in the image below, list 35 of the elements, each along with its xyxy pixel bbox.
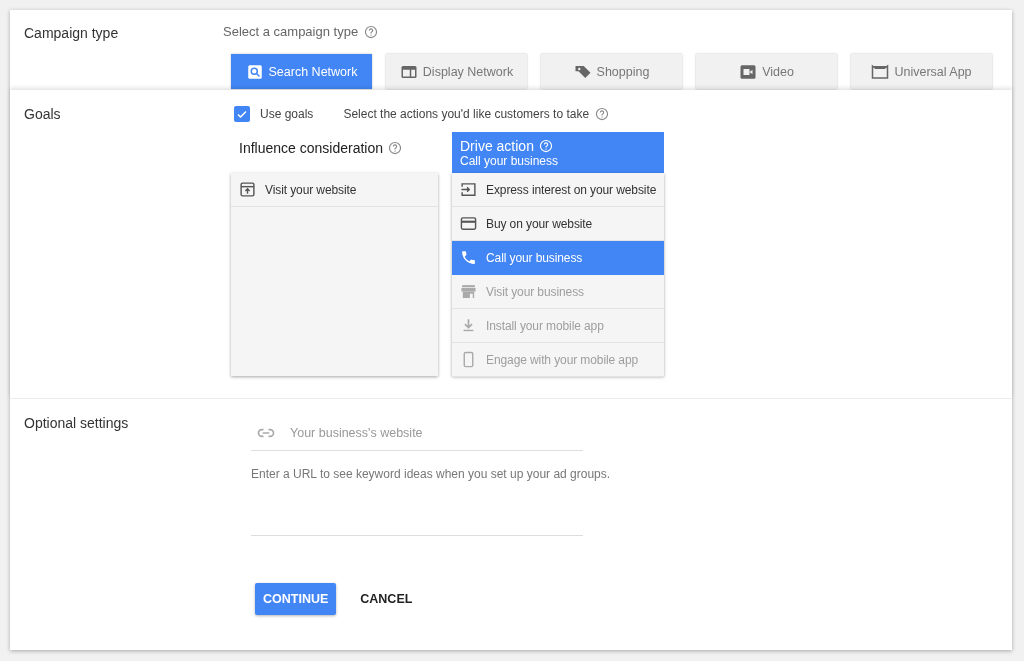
goal-option[interactable]: Visit your website: [231, 173, 438, 207]
prompt-text: Select the actions you'd like customers to take: [343, 107, 590, 121]
campaign-type-tab[interactable]: Video: [696, 54, 837, 89]
goal-option[interactable]: Call your business: [452, 241, 664, 275]
store-icon: [460, 283, 477, 300]
column-title: Drive action: [460, 138, 534, 154]
campaign-type-tab[interactable]: Display Network: [386, 54, 527, 89]
help-icon[interactable]: [388, 141, 402, 155]
column-header[interactable]: Influence consideration: [231, 132, 438, 173]
column-subtitle: Call your business: [460, 154, 560, 168]
section-label: Optional settings: [23, 415, 130, 433]
sign-in-icon: [460, 181, 477, 198]
section-label: Campaign type: [23, 24, 120, 43]
column-title: Influence consideration: [239, 140, 383, 156]
app-window-icon: [871, 62, 890, 81]
video-camera-icon: [739, 62, 758, 81]
campaign-type-tab[interactable]: Universal App: [851, 54, 992, 89]
goal-option[interactable]: Express interest on your website: [452, 173, 664, 207]
hint-text: Enter a URL to see keyword ideas when you set up your ad groups.: [251, 467, 611, 481]
help-icon[interactable]: [364, 24, 379, 39]
website-field[interactable]: Your business's website: [288, 425, 583, 441]
checkbox[interactable]: [234, 106, 250, 122]
search-icon: [245, 62, 264, 81]
cancel-button[interactable]: CANCEL: [346, 583, 427, 615]
campaign-type-tab[interactable]: Search Network: [231, 54, 372, 89]
column-header[interactable]: Drive action Call your business: [452, 132, 664, 173]
campaign-type-tab[interactable]: Shopping: [541, 54, 682, 89]
checkbox-label: Use goals: [260, 107, 314, 121]
section-label: Goals: [23, 106, 62, 124]
continue-button[interactable]: CONTINUE: [255, 583, 337, 615]
upload-box-icon: [239, 181, 256, 198]
prompt-text: Select a campaign type: [223, 24, 359, 39]
help-icon[interactable]: [595, 107, 610, 121]
phone-icon: [460, 249, 477, 266]
credit-card-icon: [460, 215, 477, 232]
